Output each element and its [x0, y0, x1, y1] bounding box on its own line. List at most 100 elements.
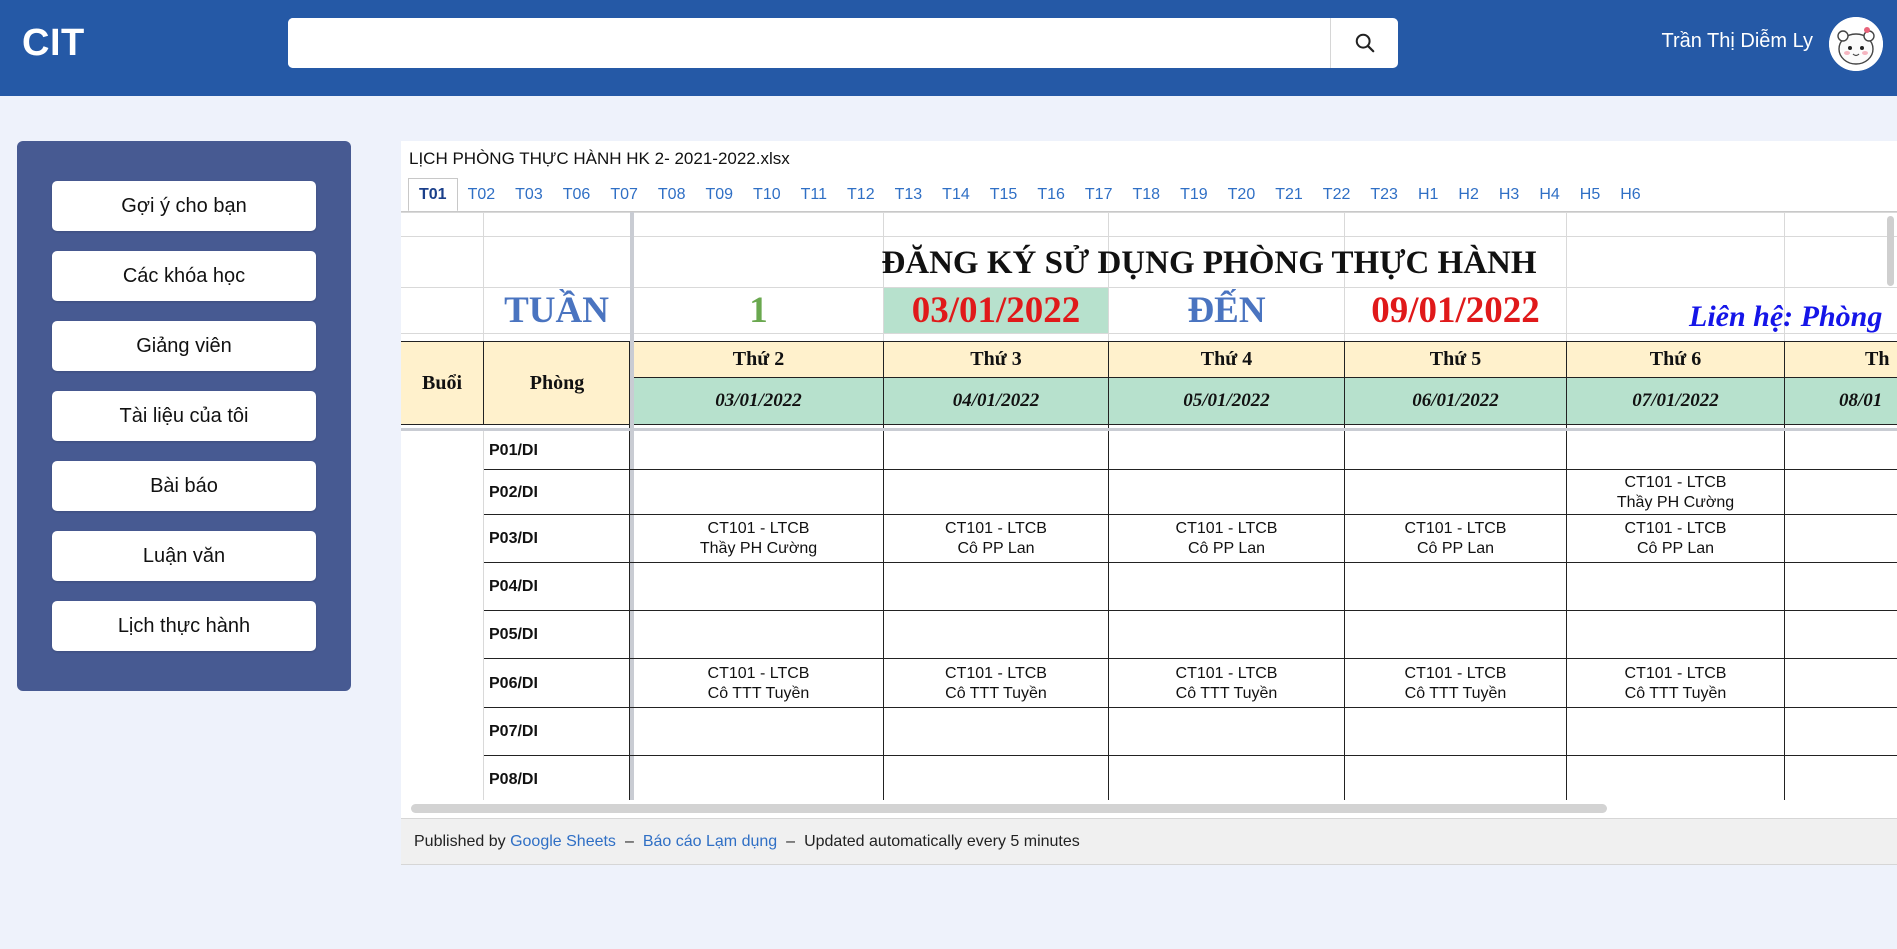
- schedule-cell[interactable]: [1785, 431, 1897, 470]
- schedule-cell[interactable]: [1785, 659, 1897, 708]
- schedule-cell[interactable]: CT101 - LTCB Cô PP Lan: [1109, 515, 1344, 563]
- schedule-cell[interactable]: [1785, 708, 1897, 756]
- tab-t01[interactable]: T01: [408, 178, 458, 212]
- schedule-cell[interactable]: [1785, 611, 1897, 659]
- schedule-cell[interactable]: [884, 431, 1108, 470]
- sidebar-item-articles[interactable]: Bài báo: [52, 461, 316, 511]
- room-label[interactable]: P06/DI: [484, 659, 629, 708]
- tab-h3[interactable]: H3: [1489, 178, 1529, 212]
- report-abuse-link[interactable]: Báo cáo Lạm dụng: [643, 833, 777, 851]
- schedule-cell[interactable]: [884, 708, 1108, 756]
- tab-h2[interactable]: H2: [1448, 178, 1488, 212]
- schedule-cell[interactable]: [634, 756, 883, 800]
- tab-t15[interactable]: T15: [980, 178, 1028, 212]
- sidebar-item-lecturers[interactable]: Giảng viên: [52, 321, 316, 371]
- schedule-cell[interactable]: [1345, 563, 1566, 611]
- tab-t12[interactable]: T12: [837, 178, 885, 212]
- schedule-cell[interactable]: [884, 563, 1108, 611]
- schedule-cell[interactable]: [1109, 708, 1344, 756]
- schedule-cell[interactable]: [634, 563, 883, 611]
- tab-t23[interactable]: T23: [1360, 178, 1408, 212]
- schedule-cell[interactable]: [1345, 431, 1566, 470]
- google-sheets-link[interactable]: Google Sheets: [510, 833, 616, 851]
- schedule-cell[interactable]: [634, 611, 883, 659]
- schedule-cell[interactable]: [1109, 611, 1344, 659]
- schedule-cell[interactable]: CT101 - LTCB Cô PP Lan: [1567, 515, 1784, 563]
- schedule-cell[interactable]: [1345, 708, 1566, 756]
- schedule-cell[interactable]: [884, 756, 1108, 800]
- tab-t02[interactable]: T02: [458, 178, 506, 212]
- tab-t07[interactable]: T07: [600, 178, 648, 212]
- room-label[interactable]: P03/DI: [484, 515, 629, 563]
- sidebar-item-my-documents[interactable]: Tài liệu của tôi: [52, 391, 316, 441]
- tab-t19[interactable]: T19: [1170, 178, 1218, 212]
- sidebar-item-lab-schedule[interactable]: Lịch thực hành: [52, 601, 316, 651]
- schedule-cell[interactable]: CT101 - LTCB Cô PP Lan: [1345, 515, 1566, 563]
- schedule-cell[interactable]: [884, 470, 1108, 515]
- schedule-cell[interactable]: [1785, 515, 1897, 563]
- sidebar-item-suggestions[interactable]: Gợi ý cho bạn: [52, 181, 316, 231]
- schedule-cell[interactable]: CT101 - LTCB Cô TTT Tuyền: [1345, 659, 1566, 708]
- schedule-cell[interactable]: [1109, 756, 1344, 800]
- schedule-cell[interactable]: [1109, 563, 1344, 611]
- tab-t14[interactable]: T14: [932, 178, 980, 212]
- schedule-cell[interactable]: [1567, 756, 1784, 800]
- tab-t08[interactable]: T08: [648, 178, 696, 212]
- schedule-cell[interactable]: [1109, 431, 1344, 470]
- room-label[interactable]: P08/DI: [484, 756, 629, 800]
- schedule-cell[interactable]: CT101 - LTCB Cô TTT Tuyền: [1567, 659, 1784, 708]
- sheet-grid[interactable]: ĐĂNG KÝ SỬ DỤNG PHÒNG THỰC HÀNH TUẦN 1 0…: [401, 212, 1897, 800]
- room-label[interactable]: P02/DI: [484, 470, 629, 515]
- schedule-cell[interactable]: CT101 - LTCB Thầy PH Cường: [1567, 470, 1784, 515]
- tab-t20[interactable]: T20: [1218, 178, 1266, 212]
- tab-t09[interactable]: T09: [695, 178, 743, 212]
- tab-t18[interactable]: T18: [1122, 178, 1170, 212]
- tab-h6[interactable]: H6: [1610, 178, 1650, 212]
- schedule-cell[interactable]: [1345, 756, 1566, 800]
- sidebar-item-theses[interactable]: Luận văn: [52, 531, 316, 581]
- schedule-cell[interactable]: [1785, 756, 1897, 800]
- sidebar-item-courses[interactable]: Các khóa học: [52, 251, 316, 301]
- tab-t10[interactable]: T10: [743, 178, 791, 212]
- tab-h1[interactable]: H1: [1408, 178, 1448, 212]
- user-name[interactable]: Trần Thị Diễm Ly: [1661, 30, 1813, 53]
- schedule-cell[interactable]: [1567, 563, 1784, 611]
- schedule-cell[interactable]: [1785, 470, 1897, 515]
- vertical-scrollbar[interactable]: [1887, 216, 1894, 286]
- schedule-cell[interactable]: CT101 - LTCB Cô TTT Tuyền: [634, 659, 883, 708]
- tab-t21[interactable]: T21: [1265, 178, 1313, 212]
- schedule-cell[interactable]: [884, 611, 1108, 659]
- schedule-cell[interactable]: CT101 - LTCB Cô TTT Tuyền: [1109, 659, 1344, 708]
- schedule-cell[interactable]: [634, 431, 883, 470]
- room-label[interactable]: P05/DI: [484, 611, 629, 659]
- room-label[interactable]: P04/DI: [484, 563, 629, 611]
- tab-t16[interactable]: T16: [1027, 178, 1075, 212]
- tab-t17[interactable]: T17: [1075, 178, 1123, 212]
- tab-t13[interactable]: T13: [885, 178, 933, 212]
- search-input[interactable]: [288, 18, 1328, 68]
- tab-h5[interactable]: H5: [1570, 178, 1610, 212]
- schedule-cell[interactable]: CT101 - LTCB Thầy PH Cường: [634, 515, 883, 563]
- schedule-cell[interactable]: [1567, 611, 1784, 659]
- schedule-cell[interactable]: [1345, 611, 1566, 659]
- schedule-cell[interactable]: [1345, 470, 1566, 515]
- tab-t06[interactable]: T06: [553, 178, 601, 212]
- tab-t03[interactable]: T03: [505, 178, 553, 212]
- schedule-cell[interactable]: CT101 - LTCB Cô TTT Tuyền: [884, 659, 1108, 708]
- room-label[interactable]: P01/DI: [484, 431, 629, 470]
- horizontal-scrollbar[interactable]: [411, 804, 1607, 813]
- avatar[interactable]: [1829, 17, 1883, 71]
- brand-logo[interactable]: CIT: [22, 22, 85, 65]
- schedule-cell[interactable]: [1567, 708, 1784, 756]
- schedule-cell[interactable]: [634, 470, 883, 515]
- schedule-cell[interactable]: CT101 - LTCB Cô PP Lan: [884, 515, 1108, 563]
- search-button[interactable]: [1330, 18, 1398, 68]
- schedule-cell[interactable]: [634, 708, 883, 756]
- room-label[interactable]: P07/DI: [484, 708, 629, 756]
- tab-t22[interactable]: T22: [1313, 178, 1361, 212]
- schedule-cell[interactable]: [1109, 470, 1344, 515]
- tab-h4[interactable]: H4: [1529, 178, 1569, 212]
- schedule-cell[interactable]: [1785, 563, 1897, 611]
- schedule-cell[interactable]: [1567, 431, 1784, 470]
- tab-t11[interactable]: T11: [791, 178, 837, 212]
